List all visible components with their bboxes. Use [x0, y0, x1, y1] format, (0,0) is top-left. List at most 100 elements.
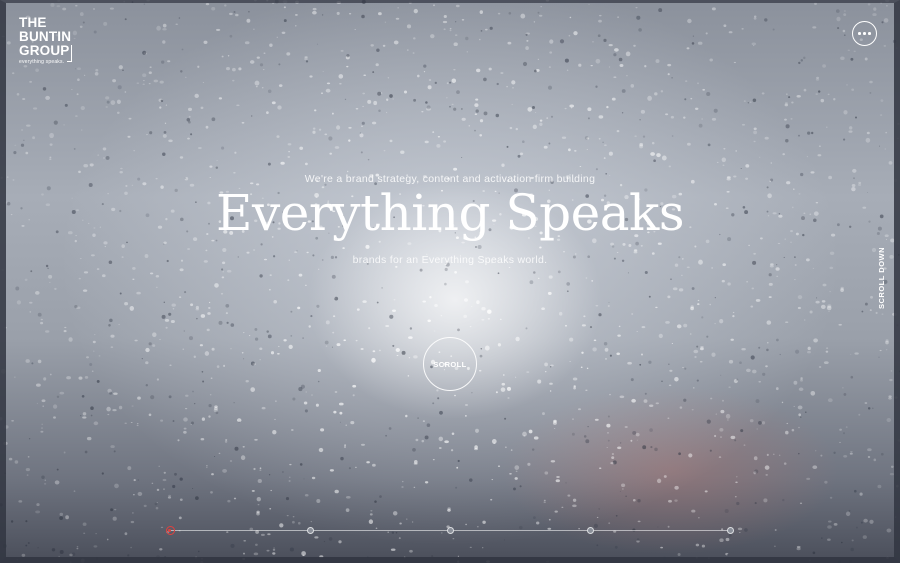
- shadow-speck: [608, 301, 610, 303]
- droplet: [725, 413, 731, 419]
- droplet: [371, 357, 376, 363]
- shadow-speck: [10, 520, 14, 523]
- droplet: [689, 333, 692, 335]
- menu-button[interactable]: [852, 21, 877, 46]
- shadow-speck: [855, 116, 857, 119]
- shadow-speck: [461, 157, 463, 158]
- droplet: [585, 277, 588, 279]
- droplet: [686, 266, 690, 269]
- droplet: [354, 466, 357, 469]
- shadow-speck: [475, 246, 477, 248]
- droplet: [402, 480, 404, 483]
- droplet: [110, 334, 115, 338]
- droplet: [249, 60, 255, 64]
- droplet: [455, 4, 460, 8]
- shadow-speck: [346, 54, 350, 58]
- droplet: [333, 410, 337, 414]
- shadow-speck: [713, 108, 718, 113]
- shadow-speck: [691, 287, 695, 290]
- droplet: [270, 351, 275, 355]
- droplet: [53, 416, 56, 419]
- droplet: [454, 270, 457, 274]
- droplet: [95, 68, 99, 72]
- droplet: [242, 446, 245, 448]
- droplet: [497, 12, 501, 15]
- droplet: [453, 167, 458, 171]
- shadow-speck: [198, 550, 200, 553]
- scroll-down-link[interactable]: SCROLL DOWN: [877, 247, 891, 309]
- droplet: [749, 419, 754, 423]
- shadow-speck: [800, 416, 802, 418]
- shadow-speck: [519, 525, 523, 530]
- droplet: [449, 27, 452, 30]
- droplet: [432, 131, 435, 133]
- progress-dot-3[interactable]: [446, 527, 454, 534]
- droplet: [766, 320, 772, 325]
- droplet: [145, 361, 149, 365]
- shadow-speck: [762, 372, 766, 376]
- droplet: [198, 146, 202, 150]
- brand-logo[interactable]: THE BUNTIN GROUP everything speaks.: [19, 16, 72, 66]
- droplet: [588, 3, 590, 5]
- droplet: [200, 314, 206, 318]
- droplet: [668, 165, 671, 168]
- droplet: [581, 324, 586, 327]
- droplet: [62, 7, 67, 11]
- progress-dot-2[interactable]: [306, 527, 314, 534]
- droplet: [208, 301, 211, 304]
- droplet: [35, 510, 40, 514]
- droplet: [225, 312, 228, 315]
- shadow-speck: [25, 520, 28, 523]
- shadow-speck: [361, 14, 365, 19]
- shadow-speck: [833, 451, 836, 454]
- droplet: [660, 546, 664, 549]
- progress-dot-1[interactable]: [165, 526, 175, 535]
- droplet: [304, 56, 308, 59]
- scroll-button[interactable]: SCROLL: [423, 337, 477, 391]
- droplet: [790, 118, 793, 120]
- droplet: [37, 359, 42, 364]
- droplet: [895, 47, 898, 50]
- droplet: [599, 467, 602, 469]
- droplet: [136, 82, 140, 84]
- droplet: [215, 28, 221, 31]
- droplet: [676, 324, 682, 329]
- droplet: [548, 66, 551, 68]
- shadow-speck: [439, 410, 443, 415]
- shadow-speck: [117, 85, 122, 90]
- droplet: [617, 334, 621, 337]
- droplet: [647, 95, 652, 101]
- droplet: [8, 457, 13, 461]
- droplet: [655, 306, 658, 309]
- droplet: [142, 73, 147, 78]
- droplet: [286, 52, 291, 56]
- shadow-speck: [413, 98, 417, 102]
- droplet: [693, 387, 695, 389]
- shadow-speck: [869, 91, 872, 94]
- shadow-speck: [696, 379, 699, 382]
- progress-dot-5[interactable]: [726, 527, 734, 534]
- droplet: [667, 63, 672, 67]
- droplet: [660, 90, 664, 93]
- shadow-speck: [95, 557, 99, 560]
- droplet: [457, 555, 460, 557]
- droplet: [137, 491, 143, 496]
- droplet: [413, 486, 416, 489]
- droplet: [254, 438, 258, 441]
- shadow-speck: [348, 467, 351, 470]
- droplet: [649, 404, 654, 408]
- droplet: [829, 496, 833, 499]
- progress-dot-4[interactable]: [586, 527, 594, 534]
- shadow-speck: [190, 133, 193, 136]
- droplet: [413, 355, 418, 359]
- droplet: [22, 97, 26, 101]
- droplet: [461, 117, 466, 121]
- shadow-speck: [195, 496, 199, 500]
- droplet: [234, 151, 237, 154]
- droplet: [155, 275, 160, 278]
- droplet: [851, 539, 854, 542]
- droplet: [362, 300, 367, 303]
- droplet: [415, 438, 419, 442]
- droplet: [888, 395, 892, 398]
- shadow-speck: [867, 407, 871, 410]
